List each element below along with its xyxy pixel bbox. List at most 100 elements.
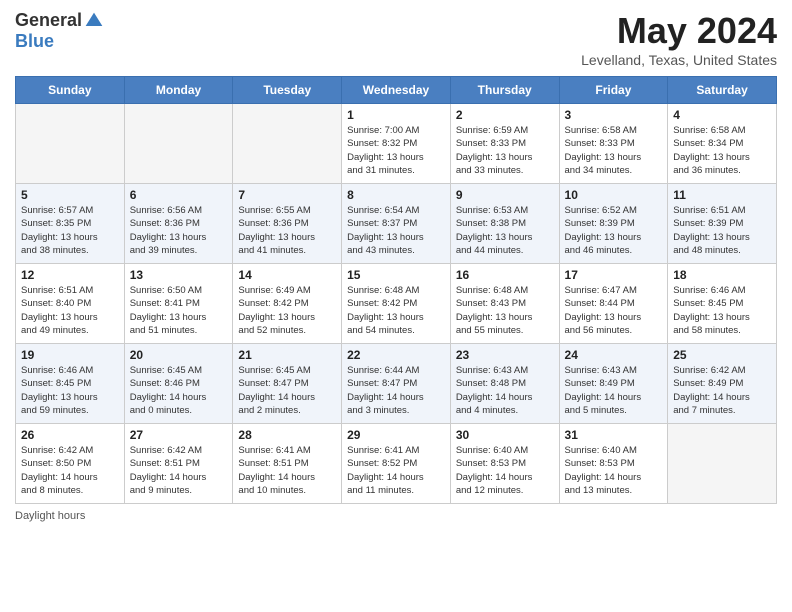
calendar-cell: 20Sunrise: 6:45 AM Sunset: 8:46 PM Dayli…: [124, 344, 233, 424]
calendar-cell: 14Sunrise: 6:49 AM Sunset: 8:42 PM Dayli…: [233, 264, 342, 344]
day-number: 31: [565, 428, 663, 442]
day-header-sunday: Sunday: [16, 77, 125, 104]
calendar-cell: 9Sunrise: 6:53 AM Sunset: 8:38 PM Daylig…: [450, 184, 559, 264]
day-info: Sunrise: 6:46 AM Sunset: 8:45 PM Dayligh…: [21, 364, 119, 417]
day-header-tuesday: Tuesday: [233, 77, 342, 104]
calendar-cell: 28 Sunrise: 6:41 AM Sunset: 8:51 PM Dayli…: [233, 424, 342, 504]
day-number: 2: [456, 108, 554, 122]
day-number: 17: [565, 268, 663, 282]
day-number: 5: [21, 188, 119, 202]
calendar-table: SundayMondayTuesdayWednesdayThursdayFrid…: [15, 76, 777, 504]
calendar-cell: 25 Sunrise: 6:42 AM Sunset: 8:49 PM Dayli…: [668, 344, 777, 424]
calendar-cell: 5 Sunrise: 6:57 AM Sunset: 8:35 PM Daylig…: [16, 184, 125, 264]
day-number: 19: [21, 348, 119, 362]
day-number: 23: [456, 348, 554, 362]
calendar-cell: [124, 104, 233, 184]
day-info: Sunrise: 6:44 AM Sunset: 8:47 PM Dayligh…: [347, 364, 445, 417]
calendar-cell: 23 Sunrise: 6:43 AM Sunset: 8:48 PM Dayli…: [450, 344, 559, 424]
title-block: May 2024 Levelland, Texas, United States: [581, 10, 777, 68]
calendar-week-row: 26 Sunrise: 6:42 AM Sunset: 8:50 PM Dayli…: [16, 424, 777, 504]
day-number: 16: [456, 268, 554, 282]
calendar-cell: 17 Sunrise: 6:47 AM Sunset: 8:44 PM Dayli…: [559, 264, 668, 344]
day-info: Sunrise: 7:00 AM Sunset: 8:32 PM Dayligh…: [347, 124, 445, 177]
logo-general-text: General: [15, 10, 82, 31]
day-number: 1: [347, 108, 445, 122]
day-number: 25: [673, 348, 771, 362]
footer-note: Daylight hours: [15, 510, 777, 522]
day-number: 3: [565, 108, 663, 122]
day-info: Sunrise: 6:48 AM Sunset: 8:42 PM Dayligh…: [347, 284, 445, 337]
calendar-cell: 26 Sunrise: 6:42 AM Sunset: 8:50 PM Dayli…: [16, 424, 125, 504]
calendar-cell: 10Sunrise: 6:52 AM Sunset: 8:39 PM Dayli…: [559, 184, 668, 264]
day-info: Sunrise: 6:53 AM Sunset: 8:38 PM Dayligh…: [456, 204, 554, 257]
calendar-week-row: 12 Sunrise: 6:51 AM Sunset: 8:40 PM Dayli…: [16, 264, 777, 344]
day-info: Sunrise: 6:45 AM Sunset: 8:46 PM Dayligh…: [130, 364, 228, 417]
day-info: Sunrise: 6:57 AM Sunset: 8:35 PM Dayligh…: [21, 204, 119, 257]
calendar-week-row: 19 Sunrise: 6:46 AM Sunset: 8:45 PM Dayli…: [16, 344, 777, 424]
day-info: Sunrise: 6:46 AM Sunset: 8:45 PM Dayligh…: [673, 284, 771, 337]
day-number: 11: [673, 188, 771, 202]
logo: General Blue: [15, 10, 104, 52]
day-number: 26: [21, 428, 119, 442]
day-number: 28: [238, 428, 336, 442]
calendar-cell: 24 Sunrise: 6:43 AM Sunset: 8:49 PM Dayli…: [559, 344, 668, 424]
day-info: Sunrise: 6:51 AM Sunset: 8:40 PM Dayligh…: [21, 284, 119, 337]
calendar-cell: 15Sunrise: 6:48 AM Sunset: 8:42 PM Dayli…: [342, 264, 451, 344]
day-info: Sunrise: 6:41 AM Sunset: 8:51 PM Dayligh…: [238, 444, 336, 497]
day-number: 6: [130, 188, 228, 202]
calendar-week-row: 5 Sunrise: 6:57 AM Sunset: 8:35 PM Daylig…: [16, 184, 777, 264]
calendar-cell: 11 Sunrise: 6:51 AM Sunset: 8:39 PM Dayli…: [668, 184, 777, 264]
day-number: 21: [238, 348, 336, 362]
calendar-cell: 1 Sunrise: 7:00 AM Sunset: 8:32 PM Daylig…: [342, 104, 451, 184]
day-info: Sunrise: 6:58 AM Sunset: 8:33 PM Dayligh…: [565, 124, 663, 177]
calendar-cell: 16Sunrise: 6:48 AM Sunset: 8:43 PM Dayli…: [450, 264, 559, 344]
calendar-cell: 12 Sunrise: 6:51 AM Sunset: 8:40 PM Dayli…: [16, 264, 125, 344]
day-info: Sunrise: 6:42 AM Sunset: 8:49 PM Dayligh…: [673, 364, 771, 417]
calendar-cell: [668, 424, 777, 504]
day-info: Sunrise: 6:58 AM Sunset: 8:34 PM Dayligh…: [673, 124, 771, 177]
day-info: Sunrise: 6:42 AM Sunset: 8:51 PM Dayligh…: [130, 444, 228, 497]
calendar-cell: 19 Sunrise: 6:46 AM Sunset: 8:45 PM Dayli…: [16, 344, 125, 424]
day-number: 12: [21, 268, 119, 282]
day-number: 10: [565, 188, 663, 202]
calendar-cell: 7Sunrise: 6:55 AM Sunset: 8:36 PM Daylig…: [233, 184, 342, 264]
day-number: 30: [456, 428, 554, 442]
logo-icon: [84, 11, 104, 31]
day-info: Sunrise: 6:56 AM Sunset: 8:36 PM Dayligh…: [130, 204, 228, 257]
day-number: 27: [130, 428, 228, 442]
calendar-cell: 18 Sunrise: 6:46 AM Sunset: 8:45 PM Dayli…: [668, 264, 777, 344]
day-info: Sunrise: 6:43 AM Sunset: 8:49 PM Dayligh…: [565, 364, 663, 417]
day-info: Sunrise: 6:47 AM Sunset: 8:44 PM Dayligh…: [565, 284, 663, 337]
calendar-cell: 8Sunrise: 6:54 AM Sunset: 8:37 PM Daylig…: [342, 184, 451, 264]
page-header: General Blue May 2024 Levelland, Texas, …: [15, 10, 777, 68]
logo-blue-text: Blue: [15, 31, 54, 52]
day-header-wednesday: Wednesday: [342, 77, 451, 104]
day-number: 4: [673, 108, 771, 122]
day-info: Sunrise: 6:41 AM Sunset: 8:52 PM Dayligh…: [347, 444, 445, 497]
day-info: Sunrise: 6:54 AM Sunset: 8:37 PM Dayligh…: [347, 204, 445, 257]
day-info: Sunrise: 6:49 AM Sunset: 8:42 PM Dayligh…: [238, 284, 336, 337]
day-header-monday: Monday: [124, 77, 233, 104]
calendar-header-row: SundayMondayTuesdayWednesdayThursdayFrid…: [16, 77, 777, 104]
calendar-week-row: 1 Sunrise: 7:00 AM Sunset: 8:32 PM Daylig…: [16, 104, 777, 184]
calendar-cell: 6 Sunrise: 6:56 AM Sunset: 8:36 PM Daylig…: [124, 184, 233, 264]
calendar-cell: 29 Sunrise: 6:41 AM Sunset: 8:52 PM Dayli…: [342, 424, 451, 504]
calendar-cell: 21 Sunrise: 6:45 AM Sunset: 8:47 PM Dayli…: [233, 344, 342, 424]
calendar-cell: 31Sunrise: 6:40 AM Sunset: 8:53 PM Dayli…: [559, 424, 668, 504]
day-info: Sunrise: 6:55 AM Sunset: 8:36 PM Dayligh…: [238, 204, 336, 257]
day-number: 18: [673, 268, 771, 282]
day-info: Sunrise: 6:43 AM Sunset: 8:48 PM Dayligh…: [456, 364, 554, 417]
day-info: Sunrise: 6:45 AM Sunset: 8:47 PM Dayligh…: [238, 364, 336, 417]
day-info: Sunrise: 6:59 AM Sunset: 8:33 PM Dayligh…: [456, 124, 554, 177]
calendar-cell: [233, 104, 342, 184]
calendar-cell: 30Sunrise: 6:40 AM Sunset: 8:53 PM Dayli…: [450, 424, 559, 504]
day-info: Sunrise: 6:51 AM Sunset: 8:39 PM Dayligh…: [673, 204, 771, 257]
location-text: Levelland, Texas, United States: [581, 52, 777, 68]
day-info: Sunrise: 6:42 AM Sunset: 8:50 PM Dayligh…: [21, 444, 119, 497]
calendar-cell: 22Sunrise: 6:44 AM Sunset: 8:47 PM Dayli…: [342, 344, 451, 424]
calendar-cell: 4 Sunrise: 6:58 AM Sunset: 8:34 PM Daylig…: [668, 104, 777, 184]
calendar-cell: [16, 104, 125, 184]
calendar-cell: 2 Sunrise: 6:59 AM Sunset: 8:33 PM Daylig…: [450, 104, 559, 184]
day-number: 29: [347, 428, 445, 442]
day-number: 24: [565, 348, 663, 362]
